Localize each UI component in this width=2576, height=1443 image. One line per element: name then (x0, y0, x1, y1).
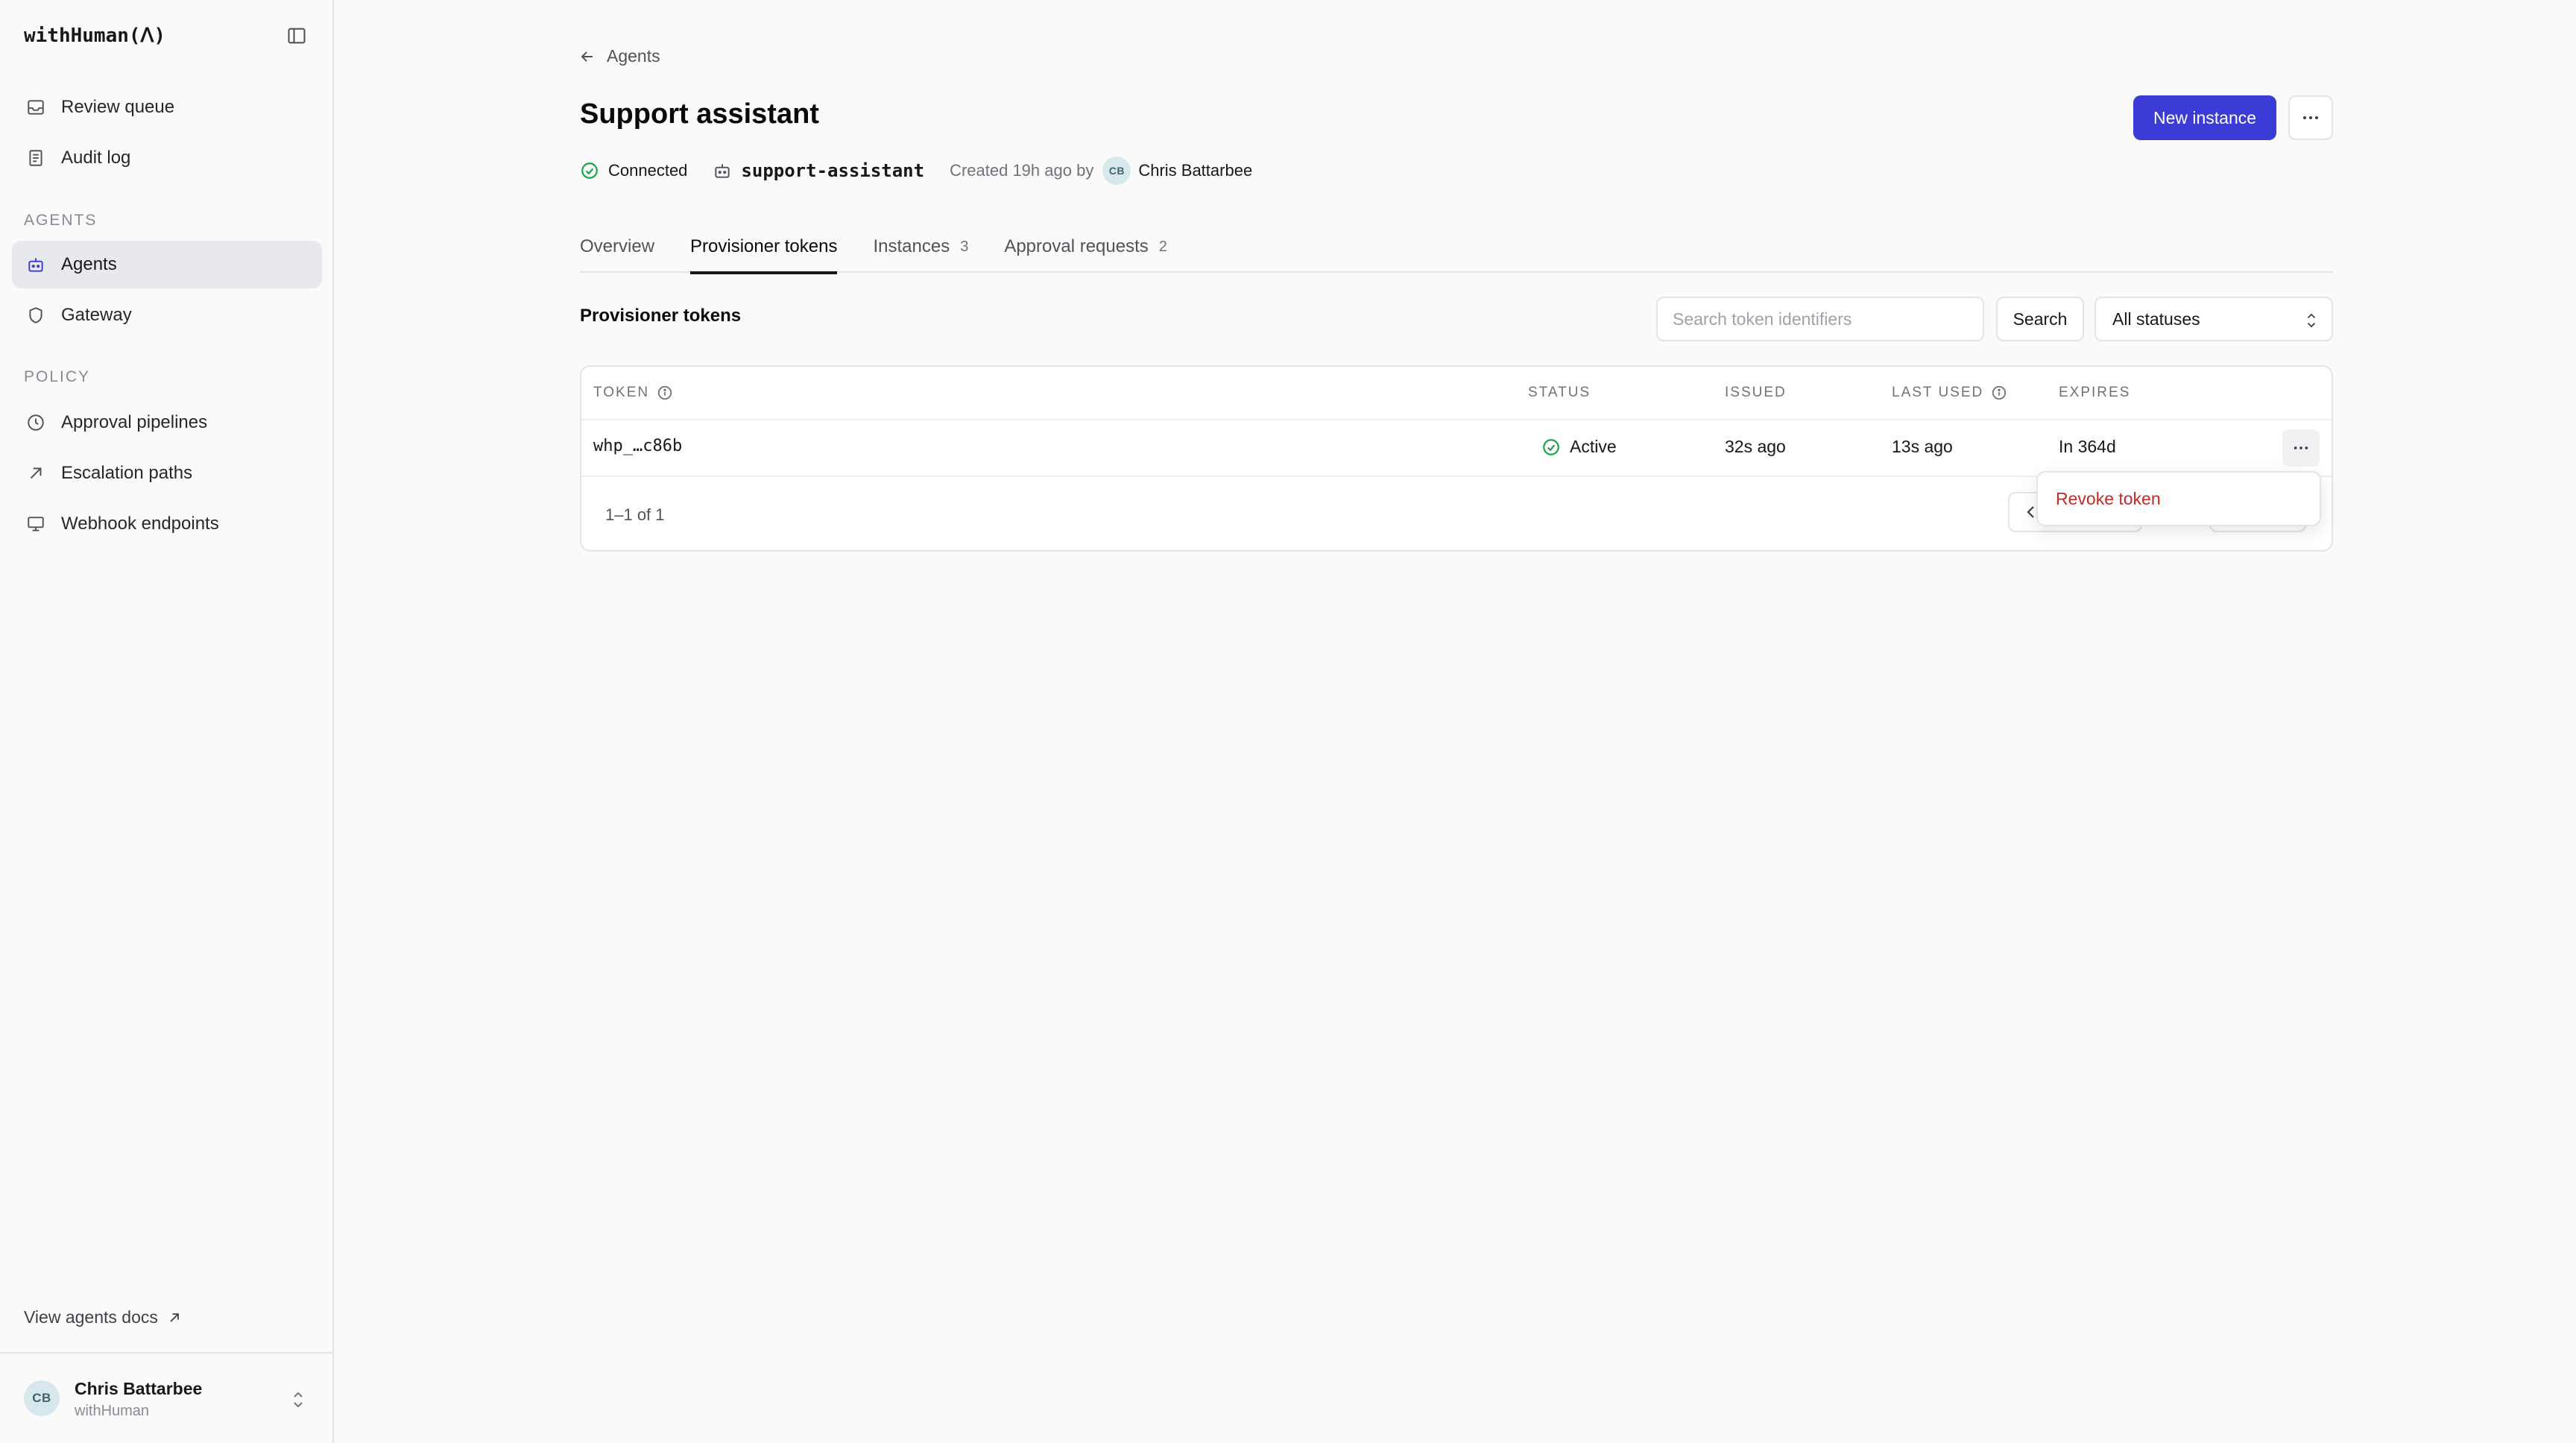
ellipsis-icon (2294, 446, 2308, 449)
app-root: withHuman(ᐱ) Review queue Audit log AGEN… (0, 0, 2576, 1443)
created-by: Created 19h ago by CB Chris Battarbee (950, 157, 1252, 185)
external-link-icon (170, 1313, 179, 1322)
tab-count: 3 (960, 238, 969, 255)
nav-group-label-policy: POLICY (24, 368, 91, 385)
created-label: Created 19h ago by (950, 161, 1094, 180)
column-header-token: TOKEN (593, 385, 673, 401)
sidebar-item-label: Approval pipelines (61, 412, 208, 432)
sidebar-item-label: Escalation paths (61, 463, 193, 483)
status-filter-select[interactable]: All statuses (2094, 297, 2333, 341)
sidebar-item-review-queue[interactable]: Review queue (12, 83, 322, 131)
token-id: whp_…c86b (593, 437, 683, 455)
docs-link-label: View agents docs (24, 1307, 158, 1327)
sidebar-item-label: Gateway (61, 305, 132, 325)
sidebar-item-label: Agents (61, 254, 117, 274)
issued-value: 32s ago (1725, 437, 1786, 456)
sidebar: withHuman(ᐱ) Review queue Audit log AGEN… (0, 0, 334, 1443)
ellipsis-icon (2303, 116, 2318, 119)
user-name: Chris Battarbee (75, 1379, 203, 1398)
agent-slug: support-assistant (713, 160, 924, 181)
avatar: CB (1102, 157, 1131, 185)
tab-count: 2 (1158, 238, 1167, 255)
info-icon[interactable] (657, 385, 673, 401)
sidebar-item-label: Webhook endpoints (61, 514, 219, 534)
status-label: Active (1570, 437, 1617, 456)
tab-label: Overview (580, 236, 655, 256)
column-header-last-used: LAST USED (1892, 385, 2007, 401)
document-icon (24, 146, 48, 170)
connection-status: Connected (580, 161, 687, 180)
chevron-up-down-icon (2307, 313, 2316, 328)
expires-value: In 364d (2059, 437, 2116, 456)
tab-label: Provisioner tokens (690, 236, 838, 256)
tab-provisioner-tokens[interactable]: Provisioner tokens (690, 230, 838, 274)
sidebar-item-webhook-endpoints[interactable]: Webhook endpoints (12, 500, 322, 548)
more-actions-button[interactable] (2288, 95, 2333, 140)
row-actions-button[interactable] (2282, 429, 2320, 467)
check-circle-icon (581, 162, 598, 179)
new-instance-button[interactable]: New instance (2133, 95, 2276, 140)
connection-status-label: Connected (608, 161, 688, 180)
pagination-count: 1–1 of 1 (605, 505, 665, 524)
tab-approval-requests[interactable]: Approval requests 2 (1004, 230, 1167, 273)
agent-slug-value: support-assistant (741, 160, 925, 181)
user-org: withHuman (75, 1403, 150, 1419)
nav-group-label-agents: AGENTS (24, 212, 98, 229)
column-header-status: STATUS (1528, 385, 1591, 400)
tab-label: Instances (873, 236, 950, 256)
inbox-icon (24, 95, 48, 119)
brand-logo[interactable]: withHuman(ᐱ) (24, 22, 165, 49)
status-filter-value: All statuses (2112, 309, 2200, 329)
sidebar-toggle-button[interactable] (282, 21, 312, 51)
tab-label: Approval requests (1004, 236, 1149, 256)
monitor-icon (24, 512, 48, 536)
check-circle-icon (1543, 438, 1559, 455)
chevron-up-down-icon[interactable] (286, 1386, 310, 1413)
view-docs-link[interactable]: View agents docs (24, 1307, 182, 1327)
section-title: Provisioner tokens (580, 306, 742, 326)
column-header-issued: ISSUED (1725, 385, 1787, 400)
search-button[interactable]: Search (1996, 297, 2084, 341)
avatar: CB (24, 1380, 60, 1416)
sidebar-item-approval-pipelines[interactable]: Approval pipelines (12, 399, 322, 446)
search-input[interactable] (1656, 297, 1984, 341)
sidebar-item-label: Audit log (61, 148, 131, 168)
last-used-value: 13s ago (1892, 437, 1953, 456)
sidebar-panel-icon (288, 28, 306, 44)
column-header-label: LAST USED (1892, 385, 1984, 400)
arrow-up-right-icon (24, 461, 48, 485)
page-title: Support assistant (580, 98, 819, 130)
breadcrumb-label: Agents (607, 46, 660, 66)
sidebar-item-escalation-paths[interactable]: Escalation paths (12, 449, 322, 497)
bot-icon (24, 253, 48, 277)
creator-name: Chris Battarbee (1138, 161, 1253, 180)
sidebar-item-gateway[interactable]: Gateway (12, 291, 322, 339)
sidebar-item-agents[interactable]: Agents (12, 241, 322, 288)
arrow-left-icon (581, 51, 593, 62)
column-header-label: TOKEN (593, 385, 650, 400)
tabs: Overview Provisioner tokens Instances 3 … (580, 230, 2333, 274)
revoke-token-menu-item[interactable]: Revoke token (2044, 479, 2314, 519)
status-badge: Active (1541, 437, 1617, 457)
breadcrumb[interactable]: Agents (578, 46, 660, 66)
shield-icon (24, 303, 48, 327)
clock-icon (24, 411, 48, 435)
agent-meta: Connected support-assistant Created 19h … (580, 157, 1278, 185)
sidebar-item-audit-log[interactable]: Audit log (12, 134, 322, 182)
divider (581, 419, 2332, 420)
tab-instances[interactable]: Instances 3 (873, 230, 968, 273)
sidebar-item-label: Review queue (61, 97, 175, 117)
user-menu[interactable]: CB Chris Battarbee withHuman (0, 1352, 332, 1443)
bot-icon (715, 164, 730, 178)
row-actions-menu: Revoke token (2036, 471, 2321, 526)
tab-overview[interactable]: Overview (580, 230, 654, 273)
column-header-expires: EXPIRES (2059, 385, 2131, 400)
info-icon[interactable] (1991, 385, 2007, 401)
